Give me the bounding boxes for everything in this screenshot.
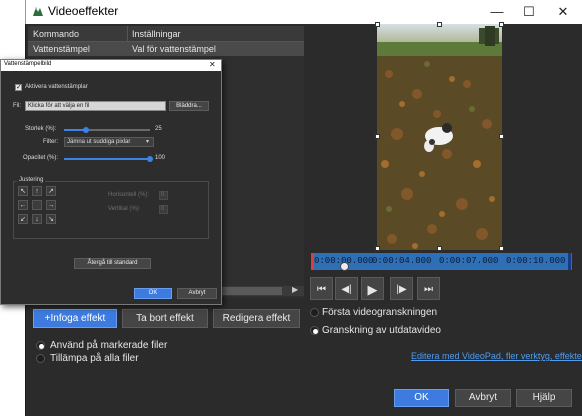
align-top-right-button[interactable]: ↗ bbox=[46, 186, 56, 196]
close-button[interactable]: ✕ bbox=[546, 0, 580, 24]
window-title: Videoeffekter bbox=[48, 4, 119, 18]
output-preview-radio[interactable] bbox=[310, 326, 319, 335]
filter-label: Filter: bbox=[43, 139, 58, 145]
opacity-slider-knob[interactable] bbox=[147, 156, 153, 162]
dialog-cancel-button[interactable]: Avbryt bbox=[177, 288, 217, 299]
dialog-title: Vattenstämpelbild bbox=[4, 61, 52, 67]
resize-handle[interactable] bbox=[499, 22, 504, 27]
timeline-time: 0:00:07.000 bbox=[439, 256, 499, 266]
maximize-button[interactable]: ☐ bbox=[512, 0, 546, 24]
horizontal-label: Horisontell (%): bbox=[108, 192, 150, 198]
previous-frame-button[interactable]: ◀| bbox=[335, 277, 358, 300]
resize-handle[interactable] bbox=[375, 134, 380, 139]
align-top-button[interactable]: ↑ bbox=[32, 186, 42, 196]
resize-handle[interactable] bbox=[437, 246, 442, 251]
help-button[interactable]: Hjälp bbox=[516, 389, 572, 407]
opacity-value: 100 bbox=[155, 155, 166, 161]
timeline-time: 0:00:10.000 bbox=[506, 256, 566, 266]
dialog-ok-button[interactable]: OK bbox=[134, 288, 172, 299]
column-divider bbox=[127, 26, 128, 42]
resize-handle[interactable] bbox=[375, 22, 380, 27]
align-left-button[interactable]: ← bbox=[18, 200, 28, 210]
scroll-right-icon[interactable]: ▶ bbox=[292, 285, 298, 294]
resize-handle[interactable] bbox=[499, 134, 504, 139]
apply-marked-label: Använd på markerade filer bbox=[50, 340, 168, 351]
insert-effect-button[interactable]: +Infoga effekt bbox=[33, 309, 117, 328]
effect-row-command: Vattenstämpel bbox=[33, 44, 90, 54]
first-preview-radio[interactable] bbox=[310, 308, 319, 317]
vertical-value: 0 bbox=[161, 206, 165, 212]
align-right-button[interactable]: → bbox=[46, 200, 56, 210]
resize-handle[interactable] bbox=[499, 246, 504, 251]
column-header-command: Kommando bbox=[33, 29, 80, 39]
chevron-down-icon: ▾ bbox=[146, 139, 150, 145]
size-label: Storlek (%): bbox=[25, 126, 57, 132]
edit-effect-button[interactable]: Redigera effekt bbox=[213, 309, 300, 328]
adjustment-label: Justering bbox=[17, 177, 46, 183]
activate-label: Aktivera vattenstämplar bbox=[25, 84, 88, 90]
align-bottom-right-button[interactable]: ↘ bbox=[46, 214, 56, 224]
column-header-settings: Inställningar bbox=[132, 29, 181, 39]
output-preview-label: Granskning av utdatavideo bbox=[322, 325, 441, 336]
videopad-link[interactable]: Editera med VideoPad, fler verktyg, effe… bbox=[411, 351, 582, 361]
next-frame-button[interactable]: |▶ bbox=[390, 277, 413, 300]
app-icon bbox=[32, 5, 44, 17]
resize-handle[interactable] bbox=[437, 22, 442, 27]
watermark-dialog: Vattenstämpelbild ✕ ✓ Aktivera vattenstä… bbox=[0, 59, 222, 305]
browse-button[interactable]: Bläddra... bbox=[169, 101, 209, 111]
opacity-label: Opacitet (%): bbox=[23, 155, 59, 161]
file-label: Fil: bbox=[13, 103, 21, 109]
playhead[interactable] bbox=[340, 262, 349, 271]
align-center-button[interactable] bbox=[32, 200, 42, 210]
skip-to-end-button[interactable]: ⏭ bbox=[417, 277, 440, 300]
reset-defaults-button[interactable]: Återgå till standard bbox=[74, 258, 151, 269]
filter-value: Jämna ut suddiga pixlar bbox=[67, 139, 131, 145]
checkmark-icon: ✓ bbox=[16, 84, 22, 91]
apply-all-label: Tillämpa på alla filer bbox=[50, 353, 139, 364]
vertical-label: Vertikal (%): bbox=[108, 206, 141, 212]
ok-button[interactable]: OK bbox=[394, 389, 449, 407]
play-button[interactable]: ▶ bbox=[361, 277, 384, 300]
video-preview bbox=[377, 24, 502, 250]
timeline-end-marker[interactable] bbox=[568, 253, 571, 270]
align-bottom-left-button[interactable]: ↙ bbox=[18, 214, 28, 224]
opacity-slider-fill bbox=[64, 158, 150, 160]
skip-to-start-button[interactable]: ⏮ bbox=[310, 277, 333, 300]
minimize-button[interactable]: — bbox=[480, 0, 514, 24]
size-value: 25 bbox=[155, 126, 162, 132]
apply-all-radio[interactable] bbox=[36, 354, 45, 363]
dialog-close-button[interactable]: ✕ bbox=[209, 60, 216, 69]
effect-row-setting: Val för vattenstämpel bbox=[132, 44, 216, 54]
align-bottom-button[interactable]: ↓ bbox=[32, 214, 42, 224]
align-top-left-button[interactable]: ↖ bbox=[18, 186, 28, 196]
size-slider-knob[interactable] bbox=[83, 127, 89, 133]
remove-effect-button[interactable]: Ta bort effekt bbox=[122, 309, 208, 328]
scrollbar-thumb[interactable] bbox=[222, 287, 282, 295]
file-input-value: Klicka för att välja en fil bbox=[28, 103, 90, 109]
timeline-time: 0:00:04.000 bbox=[372, 256, 432, 266]
cancel-button[interactable]: Avbryt bbox=[455, 389, 511, 407]
horizontal-value: 0 bbox=[161, 192, 165, 198]
first-preview-label: Första videogranskningen bbox=[322, 307, 438, 318]
activate-checkbox[interactable]: ✓ bbox=[15, 84, 22, 91]
apply-marked-radio[interactable] bbox=[36, 341, 45, 350]
resize-handle[interactable] bbox=[375, 246, 380, 251]
